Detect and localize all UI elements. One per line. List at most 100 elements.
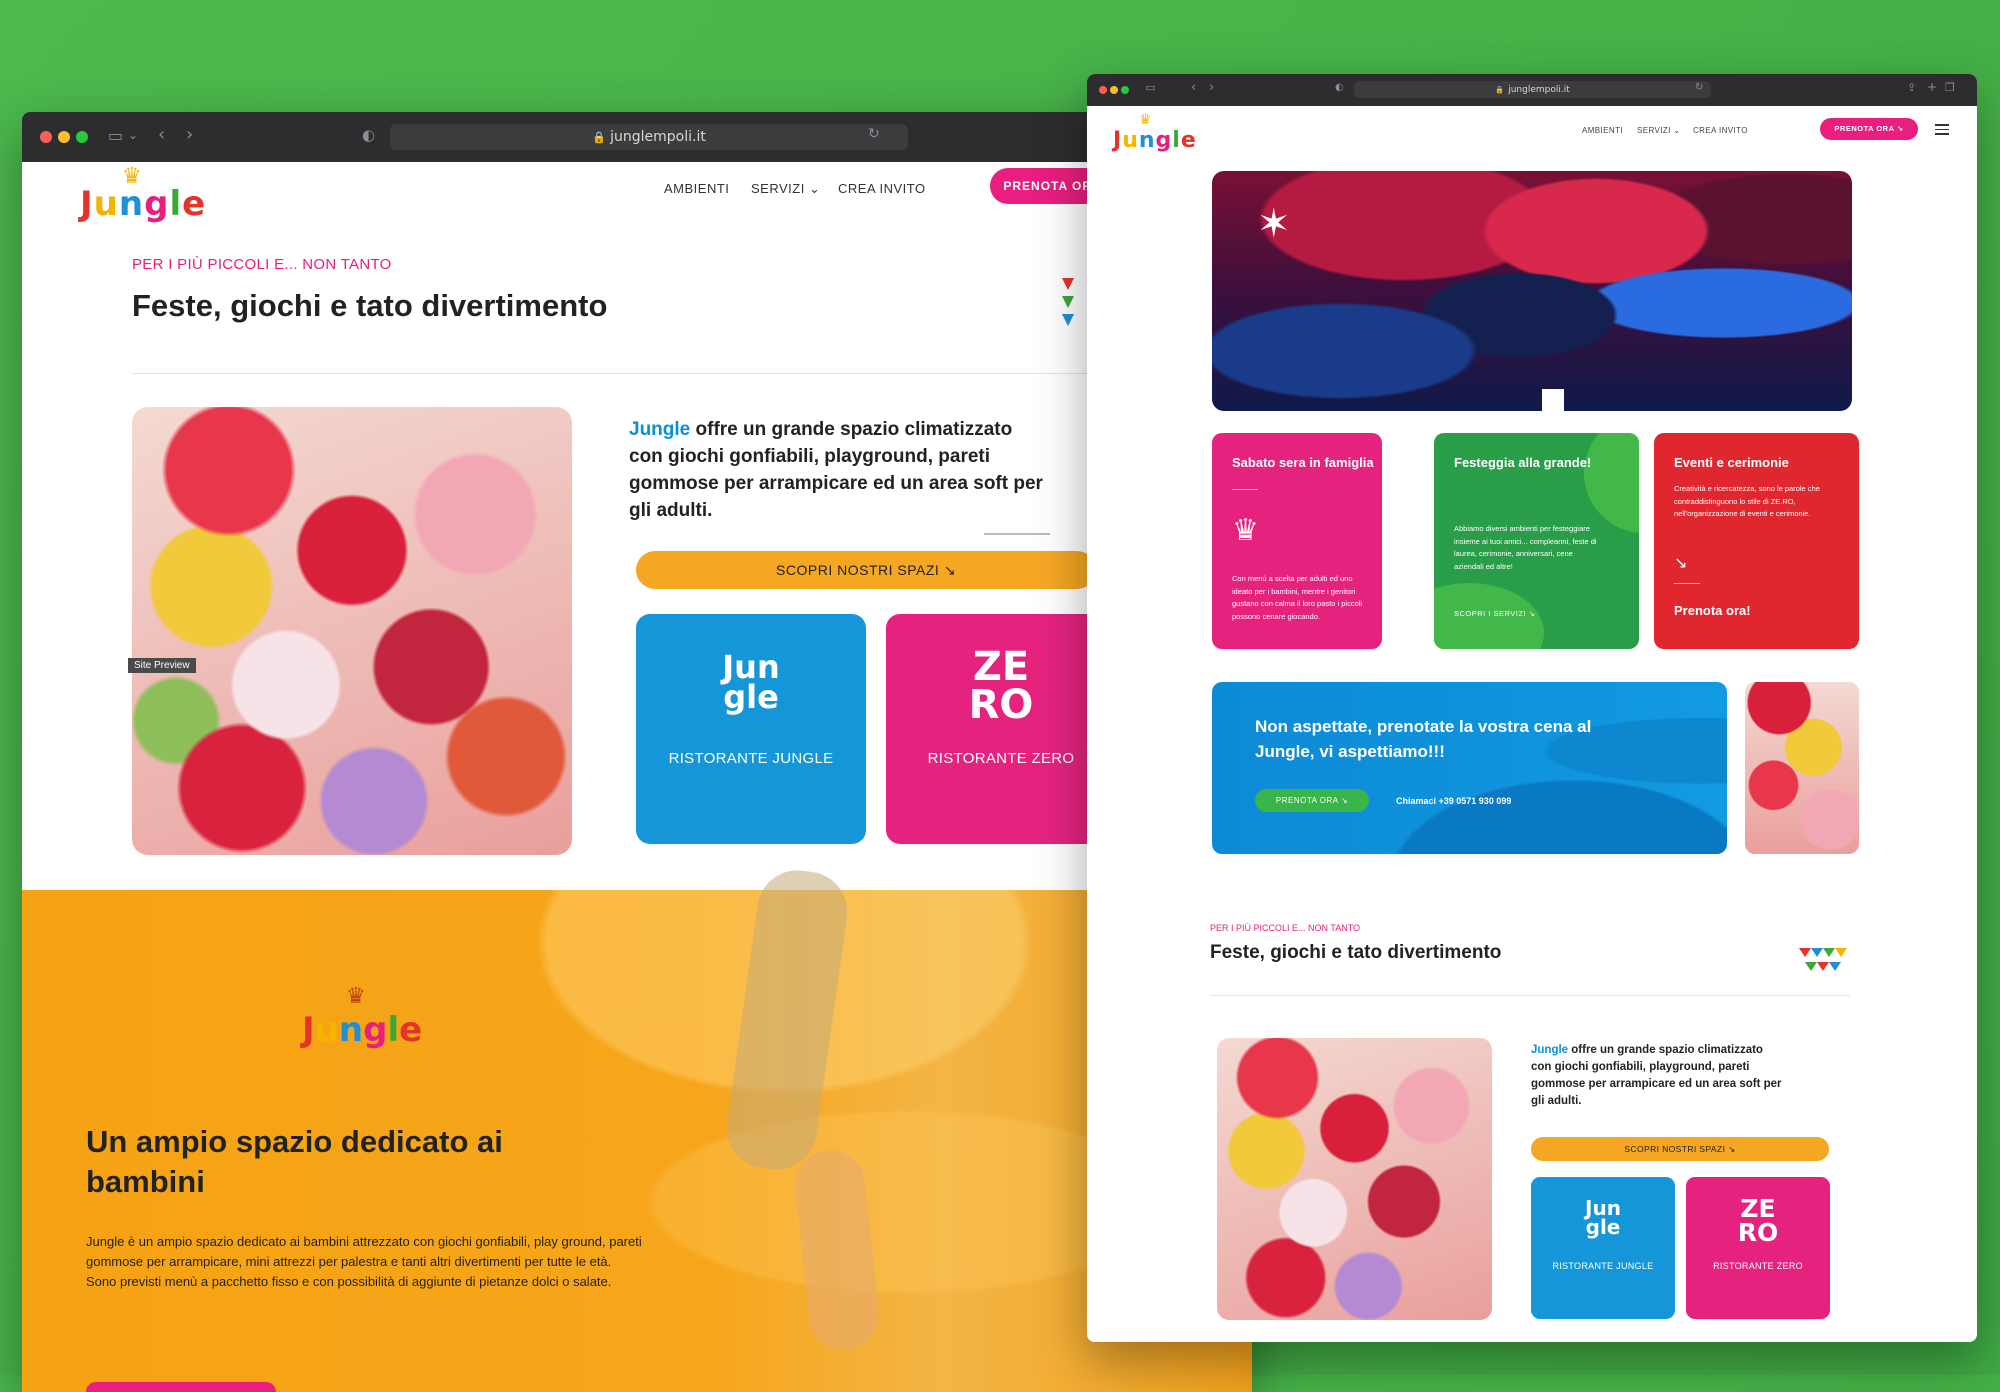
crown-icon: ♛ [1232, 513, 1259, 548]
reload-icon[interactable]: ↻ [1695, 82, 1703, 93]
webpage: ♛ Jungle AMBIENTI SERVIZI ⌄ CREA INVITO P… [22, 162, 1252, 1392]
reload-icon[interactable]: ↻ [868, 126, 880, 142]
brand-name[interactable]: Jungle [629, 419, 690, 440]
back-arrow-icon[interactable]: ‹ [1191, 80, 1196, 95]
forward-arrow-icon[interactable]: › [186, 124, 193, 145]
url-text: junglempoli.it [1508, 85, 1570, 95]
browser-toolbar: ▭ ⌄ ‹ › ◐ 🔒 junglempoli.it ↻ [22, 112, 1252, 162]
minimize-window-button[interactable] [1110, 86, 1118, 94]
logo-letter: n [1138, 128, 1156, 153]
forward-arrow-icon[interactable]: › [1209, 80, 1214, 95]
logo-letter: g [1155, 128, 1173, 153]
banner-prenota-button[interactable]: PRENOTA ORA ↘ [1255, 789, 1369, 812]
child-photo [672, 865, 932, 1392]
jungle-logo[interactable]: ♛ Jungle [80, 164, 207, 224]
sidebar-icon[interactable]: ▭ [1145, 81, 1155, 94]
phone-link[interactable]: Chiamaci +39 0571 930 099 [1396, 796, 1511, 806]
card-text: Abbiamo diversi ambienti per festeggiare… [1454, 524, 1597, 571]
jungle-mark-icon: Jun gle [1585, 1196, 1621, 1239]
back-arrow-icon[interactable]: ‹ [158, 124, 165, 145]
ristorante-zero-tile[interactable]: ZE RO RISTORANTE ZERO [886, 614, 1116, 844]
zoom-window-button[interactable] [1121, 86, 1129, 94]
card-sabato-sera[interactable]: Sabato sera in famiglia ♛ Con menù a sce… [1212, 433, 1382, 649]
prenota-ora-link[interactable]: Prenota ora! [1674, 603, 1751, 618]
logo-letter: l [1172, 128, 1181, 153]
tile-label: RISTORANTE JUNGLE [668, 750, 834, 767]
shield-icon[interactable]: ◐ [362, 126, 375, 144]
section-kicker: PER I PIÙ PICCOLI E... NON TANTO [1210, 923, 1361, 933]
nav-crea-invito[interactable]: CREA INVITO [1693, 126, 1748, 135]
balloons-image [1217, 1038, 1492, 1320]
booking-banner: Non aspettate, prenotate la vostra cena … [1212, 682, 1727, 854]
logo-letter: e [182, 184, 207, 224]
logo-letter: e [1180, 128, 1197, 153]
scopri-spazi-button[interactable]: SCOPRI NOSTRI SPAZI ↘ [636, 551, 1096, 589]
kids-area-section: ♛ Jungle Un ampio spazio dedicato ai bamb… [22, 865, 1252, 1392]
hamburger-menu-icon[interactable] [1935, 124, 1949, 138]
card-eventi[interactable]: Eventi e cerimonie Creatività e ricercat… [1654, 433, 1859, 649]
short-divider [984, 533, 1050, 535]
logo-letter: l [169, 184, 183, 224]
logo-letter: u [314, 1010, 339, 1050]
lock-icon: 🔒 [1495, 85, 1505, 94]
logo-letter: e [399, 1010, 423, 1050]
address-bar[interactable]: 🔒 junglempoli.it [1354, 81, 1711, 98]
new-tab-icon[interactable]: + [1927, 80, 1937, 94]
logo-letter: u [1122, 128, 1139, 153]
ristorante-zero-tile[interactable]: ZE RO RISTORANTE ZERO [1686, 1177, 1830, 1319]
close-window-button[interactable] [40, 131, 52, 143]
nav-servizi[interactable]: SERVIZI ⌄ [751, 181, 820, 197]
crown-icon: ♛ [1139, 112, 1153, 128]
nav-ambienti[interactable]: AMBIENTI [1582, 126, 1623, 135]
zero-mark-icon: ZE RO [968, 644, 1034, 728]
crown-icon: ♛ [122, 164, 143, 189]
sidebar-icon[interactable]: ▭ [108, 126, 123, 145]
prenota-ora-button[interactable]: PRENOTA ORA ↘ [1820, 118, 1918, 140]
webpage: ♛ Jungle AMBIENTI SERVIZI ⌄ CREA INVITO P… [1087, 106, 1977, 1342]
logo-letter: l [387, 1010, 400, 1050]
scopri-servizi-link[interactable]: SCOPRI I SERVIZI ↘ [1454, 609, 1535, 618]
browser-window-desktop: ▭ ⌄ ‹ › ◐ 🔒 junglempoli.it ↻ ♛ Jungle AMBI… [22, 112, 1252, 1392]
tile-label: RISTORANTE ZERO [1713, 1261, 1803, 1271]
lock-icon: 🔒 [592, 131, 607, 144]
scopri-spazi-button[interactable]: SCOPRI NOSTRI SPAZI ↘ [1531, 1137, 1829, 1161]
sparkle-icon: ✶ [1257, 201, 1291, 247]
ristorante-jungle-tile[interactable]: Jun gle RISTORANTE JUNGLE [1531, 1177, 1675, 1319]
address-bar[interactable]: 🔒 junglempoli.it [390, 124, 908, 150]
nav-crea-invito[interactable]: CREA INVITO [838, 181, 926, 196]
nav-ambienti[interactable]: AMBIENTI [664, 181, 729, 196]
share-icon[interactable]: ⇪ [1907, 81, 1916, 94]
nav-servizi[interactable]: SERVIZI ⌄ [1637, 126, 1681, 135]
close-window-button[interactable] [1099, 86, 1107, 94]
card-festeggia[interactable]: Festeggia alla grande! Abbiamo diversi a… [1434, 433, 1639, 649]
tile-label: RISTORANTE JUNGLE [1552, 1261, 1654, 1271]
card-title: Sabato sera in famiglia [1232, 455, 1374, 470]
chevron-down-icon[interactable]: ⌄ [128, 128, 138, 142]
section-title: Feste, giochi e tato divertimento [132, 288, 608, 323]
shield-icon[interactable]: ◐ [1335, 82, 1344, 93]
zoom-window-button[interactable] [76, 131, 88, 143]
logo-letter: J [302, 1010, 315, 1050]
banner-title: Non aspettate, prenotate la vostra cena … [1255, 717, 1592, 761]
party-hero-image: ✶ [1212, 171, 1852, 411]
jungle-logo[interactable]: ♛ Jungle [1113, 112, 1197, 153]
ristorante-jungle-tile[interactable]: Jun gle RISTORANTE JUNGLE [636, 614, 866, 844]
kids-area-title: Un ampio spazio dedicato ai bambini [86, 1124, 503, 1199]
logo-letter: g [144, 184, 170, 224]
zero-mark-icon: ZE RO [1737, 1194, 1779, 1247]
logo-letter: J [1113, 128, 1123, 153]
browser-window-overview: ▭ ‹ › ◐ 🔒 junglempoli.it ↻ ⇪ + ❐ ♛ Jungle … [1087, 74, 1977, 1342]
crown-icon: ♛ [346, 984, 366, 1009]
divider [132, 373, 1132, 374]
tabs-overview-icon[interactable]: ❐ [1945, 81, 1955, 94]
card-text: Con menù a scelta per adulti ed uno idea… [1232, 574, 1363, 621]
card-title: Festeggia alla grande! [1454, 455, 1592, 470]
balloons-thumbnail [1745, 682, 1859, 854]
minimize-window-button[interactable] [58, 131, 70, 143]
logo-letter: n [118, 184, 145, 224]
intro-text: Jungle offre un grande spazio climatizza… [629, 419, 1043, 521]
logo-letter: u [93, 184, 119, 224]
brand-name[interactable]: Jungle [1531, 1044, 1568, 1056]
jungle-logo: ♛ Jungle [302, 984, 423, 1050]
kids-area-button[interactable] [86, 1382, 276, 1392]
